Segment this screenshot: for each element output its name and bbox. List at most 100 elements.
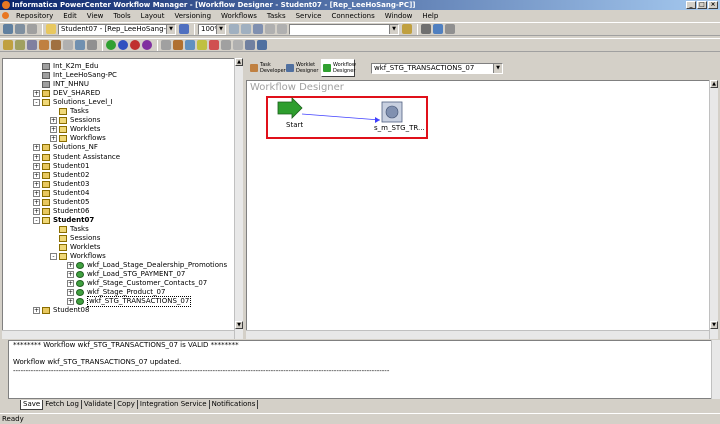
- tree-item[interactable]: + Student Assistance: [33, 153, 120, 162]
- zoom-fit-icon[interactable]: [253, 24, 263, 34]
- tree-item[interactable]: Int_LeeHoSang-PC: [33, 71, 117, 80]
- navigator-horizontal-scrollbar[interactable]: [2, 330, 234, 339]
- expand-icon[interactable]: +: [50, 135, 57, 143]
- tree-item[interactable]: + Student08: [33, 306, 89, 315]
- event-icon[interactable]: [233, 40, 243, 50]
- page-icon[interactable]: [265, 24, 275, 34]
- menu-versioning[interactable]: Versioning: [169, 12, 216, 20]
- tab-workflow-designer[interactable]: Workflow Designer: [321, 59, 356, 77]
- expand-icon[interactable]: +: [67, 262, 74, 270]
- email-icon[interactable]: [197, 40, 207, 50]
- command-icon[interactable]: [185, 40, 195, 50]
- folder-icon[interactable]: [46, 24, 56, 34]
- link-icon[interactable]: [245, 40, 255, 50]
- tool-icon[interactable]: [63, 40, 73, 50]
- menu-help[interactable]: Help: [417, 12, 443, 20]
- tree-item[interactable]: + Student01: [33, 162, 89, 171]
- tree-item[interactable]: + Student05: [33, 198, 89, 207]
- tab-worklet-designer[interactable]: Worklet Designer: [285, 59, 319, 77]
- canvas-horizontal-scrollbar[interactable]: [246, 330, 709, 339]
- expand-icon[interactable]: +: [33, 307, 40, 315]
- scroll-down-icon[interactable]: ▼: [710, 321, 718, 329]
- tool-icon[interactable]: [87, 40, 97, 50]
- tool-icon[interactable]: [15, 40, 25, 50]
- scroll-up-icon[interactable]: ▲: [235, 58, 243, 66]
- tree-item[interactable]: + Student06: [33, 207, 89, 216]
- tree-item[interactable]: + Solutions_NF: [33, 143, 98, 152]
- expand-icon[interactable]: +: [33, 90, 40, 98]
- session-task[interactable]: s_m_STG_TR...: [374, 101, 425, 132]
- expand-icon[interactable]: +: [33, 171, 40, 179]
- workflow-combo[interactable]: wkf_STG_TRANSACTIONS_07 ▼: [371, 62, 503, 74]
- tree-item[interactable]: + Student03: [33, 180, 89, 189]
- folder-combo[interactable]: Student07 - [Rep_LeeHoSang-PC ▼: [58, 23, 176, 35]
- expand-icon[interactable]: +: [33, 144, 40, 152]
- navigator-vertical-scrollbar[interactable]: ▲ ▼: [234, 58, 243, 339]
- scroll-down-icon[interactable]: ▼: [235, 321, 243, 329]
- tree-item[interactable]: + Student02: [33, 171, 89, 180]
- collapse-icon[interactable]: -: [50, 253, 57, 261]
- disconnect-icon[interactable]: [15, 24, 25, 34]
- tab-save[interactable]: Save: [20, 399, 44, 410]
- collapse-icon[interactable]: -: [33, 216, 40, 224]
- tree-item[interactable]: + DEV_SHARED: [33, 89, 100, 98]
- grid-icon[interactable]: [179, 24, 189, 34]
- start-task[interactable]: Start: [277, 97, 303, 129]
- monitor-icon[interactable]: [130, 40, 140, 50]
- menu-tools[interactable]: Tools: [108, 12, 135, 20]
- close-button[interactable]: ×: [708, 1, 718, 9]
- menu-repository[interactable]: Repository: [11, 12, 58, 20]
- save-icon[interactable]: [27, 24, 37, 34]
- expand-icon[interactable]: +: [67, 280, 74, 288]
- tab-fetch-log[interactable]: Fetch Log: [43, 400, 82, 409]
- tool-icon[interactable]: [51, 40, 61, 50]
- tree-item[interactable]: - Workflows: [50, 252, 106, 261]
- menu-view[interactable]: View: [82, 12, 109, 20]
- tree-item[interactable]: + wkf_Load_STG_PAYMENT_07: [67, 270, 185, 279]
- menu-service[interactable]: Service: [291, 12, 327, 20]
- user-icon[interactable]: [421, 24, 431, 34]
- minimize-button[interactable]: _: [686, 1, 696, 9]
- repository-manager-icon[interactable]: [142, 40, 152, 50]
- expand-icon[interactable]: +: [33, 198, 40, 206]
- zoom-in-icon[interactable]: [229, 24, 239, 34]
- tool-icon[interactable]: [75, 40, 85, 50]
- zoom-out-icon[interactable]: [241, 24, 251, 34]
- arrow-icon[interactable]: [161, 40, 171, 50]
- tree-item[interactable]: + Student04: [33, 189, 89, 198]
- tab-integration-service[interactable]: Integration Service: [138, 400, 210, 409]
- menu-workflows[interactable]: Workflows: [216, 12, 262, 20]
- tool-icon[interactable]: [3, 40, 13, 50]
- expand-icon[interactable]: +: [67, 298, 74, 306]
- expand-icon[interactable]: +: [33, 180, 40, 188]
- scroll-up-icon[interactable]: ▲: [710, 80, 718, 88]
- menu-layout[interactable]: Layout: [136, 12, 170, 20]
- tree-item[interactable]: + Workflows: [50, 134, 106, 143]
- tab-validate[interactable]: Validate: [82, 400, 116, 409]
- maximize-button[interactable]: □: [697, 1, 707, 9]
- tree-item[interactable]: - Student07: [33, 216, 94, 225]
- tree-item[interactable]: + wkf_Stage_Customer_Contacts_07: [67, 279, 207, 288]
- tab-task-developer[interactable]: Task Developer: [249, 59, 286, 77]
- tree-item[interactable]: Sessions: [50, 234, 100, 243]
- tree-item[interactable]: INT_NHNU: [33, 80, 89, 89]
- document-icon[interactable]: [2, 12, 9, 19]
- workflow-manager-icon[interactable]: [118, 40, 128, 50]
- menu-connections[interactable]: Connections: [326, 12, 379, 20]
- tree-item[interactable]: - Solutions_Level_I: [33, 98, 113, 107]
- check-icon[interactable]: [433, 24, 443, 34]
- connect-icon[interactable]: [3, 24, 13, 34]
- worklet-icon[interactable]: [257, 40, 267, 50]
- tab-notifications[interactable]: Notifications: [210, 400, 259, 409]
- output-vertical-scrollbar[interactable]: [711, 340, 720, 399]
- search-combo[interactable]: ▼: [289, 23, 399, 35]
- collapse-icon[interactable]: -: [33, 99, 40, 107]
- tree-item[interactable]: + Sessions: [50, 116, 100, 125]
- expand-icon[interactable]: +: [33, 207, 40, 215]
- expand-icon[interactable]: +: [67, 271, 74, 279]
- pencil-icon[interactable]: [402, 24, 412, 34]
- tree-item[interactable]: Tasks: [50, 107, 89, 116]
- expand-icon[interactable]: +: [33, 162, 40, 170]
- canvas-vertical-scrollbar[interactable]: ▲ ▼: [709, 80, 718, 339]
- print-icon[interactable]: [277, 24, 287, 34]
